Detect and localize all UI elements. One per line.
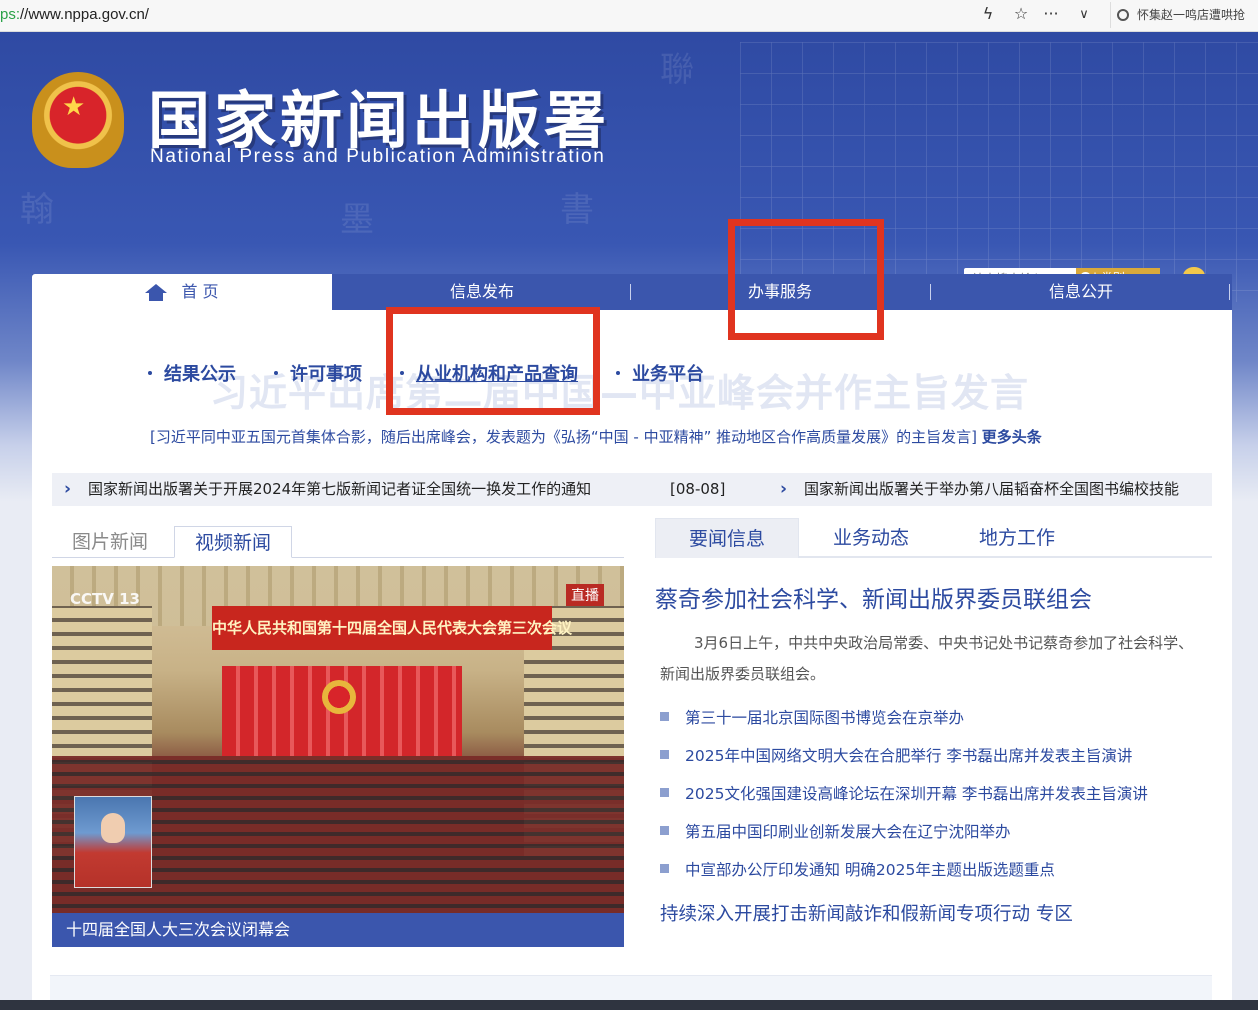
nav-divider — [930, 284, 931, 300]
tab-key-news[interactable]: 要闻信息 — [655, 518, 799, 558]
tab-video-news[interactable]: 视频新闻 — [174, 526, 293, 558]
bullet-icon — [660, 864, 669, 873]
list-item[interactable]: 中宣部办公厅印发通知 明确2025年主题出版选题重点 — [660, 855, 1200, 893]
tab-local-work[interactable]: 地方工作 — [945, 518, 1089, 558]
nav-home-label: 首 页 — [181, 282, 219, 301]
more-headlines-link[interactable]: 更多头条 — [982, 428, 1042, 446]
lead-news-summary: 3月6日上午，中共中央政治局常委、中央书记处书记蔡奇参加了社会科学、新闻出版界委… — [660, 634, 1194, 683]
headline-summary[interactable]: [习近平同中亚五国元首集体合影，随后出席峰会，发表题为《弘扬“中国 - 中亚精神… — [150, 426, 1042, 447]
taskbar-edge — [0, 1000, 1258, 1010]
highlight-box-query — [386, 307, 600, 415]
calligraphy-decoration: 翰 — [20, 190, 54, 230]
url-scheme: ps: — [0, 6, 21, 23]
url-text: //www.nppa.gov.cn/ — [20, 6, 149, 23]
list-item[interactable]: 第三十一届北京国际图书博览会在京举办 — [660, 703, 1200, 741]
video-player[interactable]: 中华人民共和国第十四届全国人民代表大会第三次会议 CCTV 13 直播 — [52, 566, 624, 913]
lightning-icon[interactable]: ϟ — [977, 4, 999, 23]
next-section-strip — [50, 975, 1212, 1000]
calligraphy-decoration: 墨 — [340, 200, 374, 240]
nav-info-disclosure[interactable]: 信息公开 — [932, 274, 1230, 310]
ticker-item[interactable]: 国家新闻出版署关于举办第八届韬奋杯全国图书编校技能 — [804, 473, 1179, 506]
nav-home[interactable]: 首 页 — [32, 274, 332, 310]
calligraphy-decoration: 書 — [560, 190, 594, 230]
bullet-icon — [660, 788, 669, 797]
chevron-down-icon[interactable]: ∨ — [1073, 7, 1095, 22]
tab-business-updates[interactable]: 业务动态 — [799, 518, 943, 558]
highlight-box-services — [728, 219, 884, 340]
nav-info-release[interactable]: 信息发布 — [332, 274, 632, 310]
browser-toolbar: ps://www.nppa.gov.cn/ ϟ ☆ ··· ∨ 怀集赵一鸣店遭哄… — [0, 0, 1258, 32]
calligraphy-decoration: 聯 — [660, 50, 694, 90]
ticker-date: [08-08] — [670, 480, 726, 498]
sign-language-inset — [74, 796, 152, 888]
national-emblem-logo: ★ — [32, 72, 124, 168]
search-icon — [1117, 9, 1129, 21]
address-bar[interactable]: ps://www.nppa.gov.cn/ — [0, 6, 149, 23]
bullet-icon — [660, 826, 669, 835]
browser-search-box[interactable]: 怀集赵一鸣店遭哄抢 — [1110, 2, 1258, 28]
subnav-business-platform[interactable]: 业务平台 — [616, 360, 704, 385]
subnav-results[interactable]: 结果公示 — [148, 360, 236, 385]
lead-news-title[interactable]: 蔡奇参加社会科学、新闻出版界委员联组会 — [655, 580, 1092, 614]
ticker-item[interactable]: 国家新闻出版署关于开展2024年第七版新闻记者证全国统一换发工作的通知 — [88, 473, 591, 506]
tab-photo-news[interactable]: 图片新闻 — [52, 526, 168, 558]
media-tabs: 图片新闻 视频新闻 — [52, 526, 624, 558]
main-nav: 首 页 信息发布 办事服务 信息公开 — [32, 274, 1232, 310]
more-icon[interactable]: ··· — [1040, 4, 1062, 23]
news-ticker: › 国家新闻出版署关于开展2024年第七版新闻记者证全国统一换发工作的通知 [0… — [52, 473, 1212, 506]
chevron-right-icon: › — [64, 479, 72, 499]
site-subtitle: National Press and Publication Administr… — [150, 146, 606, 167]
video-emblem — [322, 680, 356, 714]
news-list: 第三十一届北京国际图书博览会在京举办 2025年中国网络文明大会在合肥举行 李书… — [660, 703, 1200, 893]
list-item[interactable]: 2025文化强国建设高峰论坛在深圳开幕 李书磊出席并发表主旨演讲 — [660, 779, 1200, 817]
home-icon — [145, 284, 168, 301]
subnav-permits[interactable]: 许可事项 — [274, 360, 362, 385]
bullet-icon — [660, 712, 669, 721]
nav-divider — [630, 284, 631, 300]
headline-text: [习近平同中亚五国元首集体合影，随后出席峰会，发表题为《弘扬“中国 - 中亚精神… — [150, 428, 977, 446]
chevron-right-icon: › — [780, 479, 788, 499]
news-tabs: 要闻信息 业务动态 地方工作 — [655, 518, 1212, 558]
bullet-icon — [660, 750, 669, 759]
video-banner: 中华人民共和国第十四届全国人民代表大会第三次会议 — [212, 606, 572, 650]
star-icon[interactable]: ☆ — [1010, 4, 1032, 23]
list-item[interactable]: 第五届中国印刷业创新发展大会在辽宁沈阳举办 — [660, 817, 1200, 855]
cctv-logo: CCTV 13 — [70, 590, 140, 608]
list-item[interactable]: 2025年中国网络文明大会在合肥举行 李书磊出席并发表主旨演讲 — [660, 741, 1200, 779]
live-badge: 直播 — [566, 584, 604, 606]
special-topic-link[interactable]: 持续深入开展打击新闻敲诈和假新闻专项行动 专区 — [660, 900, 1073, 926]
browser-search-text: 怀集赵一鸣店遭哄抢 — [1137, 8, 1246, 22]
video-caption[interactable]: 十四届全国人大三次会议闭幕会 — [52, 913, 624, 947]
nav-divider — [1229, 284, 1230, 300]
